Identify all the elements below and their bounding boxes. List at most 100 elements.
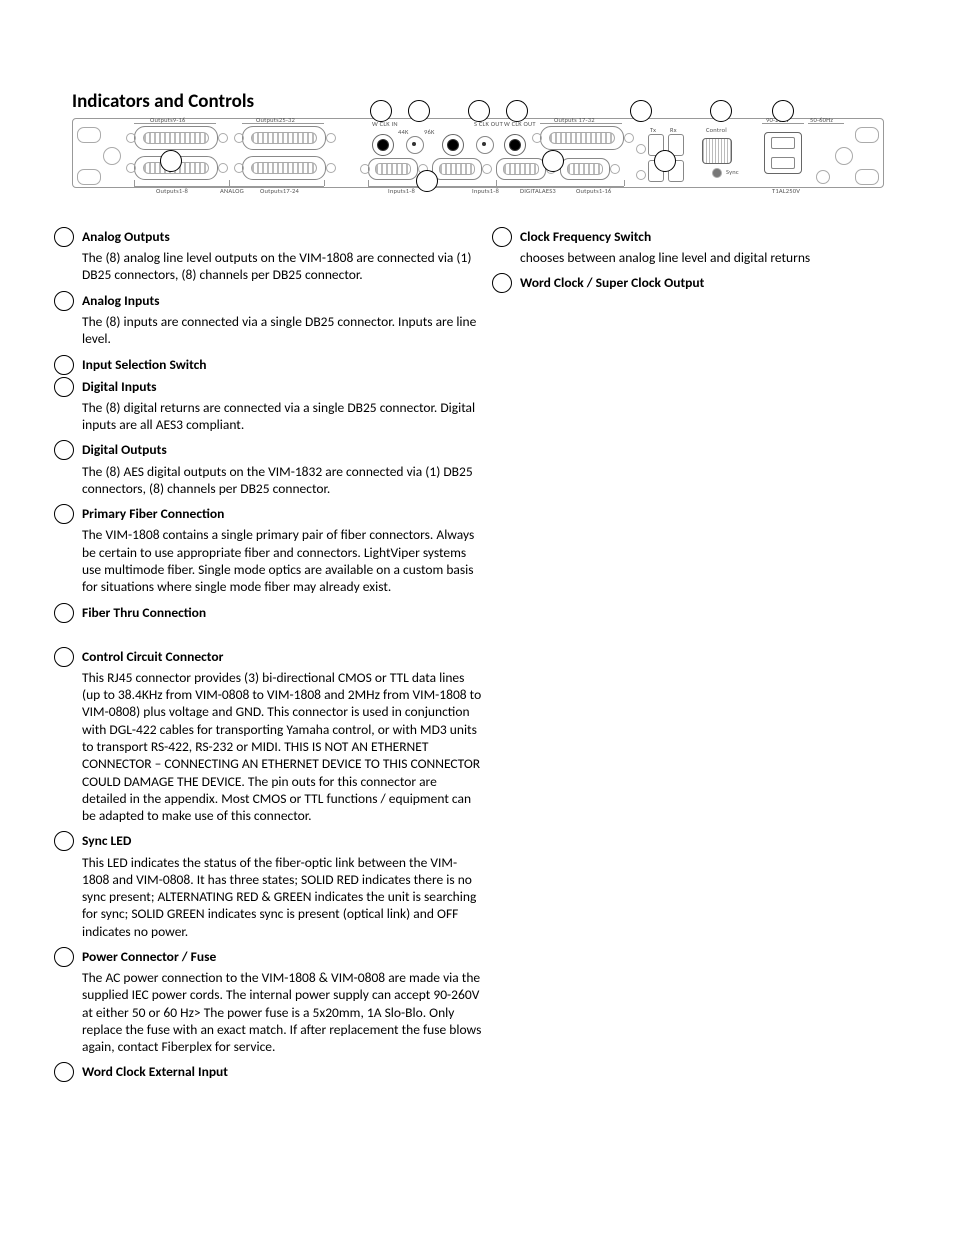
ground-icon: [816, 170, 830, 184]
jack-screw-icon: [326, 163, 336, 173]
item-title: Input Selection Switch: [82, 356, 482, 374]
item-body: The (8) AES digital outputs on the VIM-1…: [82, 463, 482, 498]
diagram-label: Outputs25-32: [256, 116, 295, 124]
diagram-label: 44K: [398, 128, 409, 136]
callout-circle-icon: [160, 150, 182, 172]
callout-circle-icon: [408, 100, 430, 122]
screw-icon: [636, 144, 646, 154]
jack-screw-icon: [624, 133, 634, 143]
rack-ear-hole-icon: [77, 169, 101, 185]
jack-screw-icon: [360, 164, 370, 174]
item-title: Digital Inputs: [82, 378, 482, 396]
item-body: The (8) analog line level outputs on the…: [82, 249, 482, 284]
jack-screw-icon: [218, 163, 228, 173]
list-item: Digital Outputs The (8) AES digital outp…: [82, 441, 482, 497]
callout-circle-icon: [370, 100, 392, 122]
back-panel-diagram: Outputs9-16 Outputs25-32 Outputs1-8 ANAL…: [72, 114, 882, 196]
jack-screw-icon: [532, 133, 542, 143]
db25-connector-icon: [242, 126, 326, 150]
callout-circle-icon: [468, 100, 490, 122]
callout-circle-icon: [416, 170, 438, 192]
bnc-connector-icon: [442, 134, 464, 156]
list-item: Input Selection Switch: [82, 356, 482, 374]
item-title: Analog Outputs: [82, 228, 482, 246]
item-body: The (8) inputs are connected via a singl…: [82, 313, 482, 348]
rack-ear-hole-icon: [855, 169, 879, 185]
item-body: The VIM-1808 contains a single primary p…: [82, 526, 482, 595]
list-item: Clock Frequency Switch chooses between a…: [520, 228, 890, 266]
list-item: Word Clock External Input: [82, 1063, 482, 1081]
list-item: Primary Fiber Connection The VIM-1808 co…: [82, 505, 482, 595]
screw-icon: [835, 147, 853, 165]
db25-connector-icon: [242, 156, 326, 180]
item-title: Clock Frequency Switch: [520, 228, 890, 246]
jack-screw-icon: [234, 133, 244, 143]
item-body: chooses between analog line level and di…: [520, 249, 890, 266]
item-title: Digital Outputs: [82, 441, 482, 459]
jack-screw-icon: [218, 133, 228, 143]
list-item: Analog Outputs The (8) analog line level…: [82, 228, 482, 284]
jack-screw-icon: [234, 163, 244, 173]
diagram-label: Outputs17-24: [260, 187, 299, 195]
bnc-connector-icon: [504, 134, 526, 156]
diagram-label: Control: [706, 126, 727, 134]
db9-connector-icon: [496, 158, 546, 180]
db9-connector-icon: [432, 158, 482, 180]
callout-circle-icon: [506, 100, 528, 122]
jack-screw-icon: [126, 133, 136, 143]
toggle-switch-icon: [476, 136, 494, 154]
bnc-connector-icon: [372, 134, 394, 156]
db25-connector-icon: [134, 126, 218, 150]
item-body: This LED indicates the status of the fib…: [82, 854, 482, 940]
jack-screw-icon: [326, 133, 336, 143]
diagram-label: W CLK OUT: [504, 121, 536, 128]
list-item: Digital Inputs The (8) digital returns a…: [82, 378, 482, 434]
diagram-label: Tx: [650, 126, 656, 134]
item-title: Primary Fiber Connection: [82, 505, 482, 523]
list-item: Power Connector / Fuse The AC power conn…: [82, 948, 482, 1056]
diagram-label: DIGITALAES3: [520, 187, 556, 195]
jack-screw-icon: [482, 164, 492, 174]
jack-screw-icon: [126, 163, 136, 173]
db25-connector-icon: [540, 126, 624, 150]
diagram-label: Outputs1-16: [576, 187, 612, 195]
item-title: Fiber Thru Connection: [82, 604, 482, 622]
db9-connector-icon: [368, 158, 418, 180]
screw-icon: [103, 147, 121, 165]
diagram-label: 50-60Hz: [810, 116, 833, 124]
callout-circle-icon: [772, 100, 794, 122]
item-title: Control Circuit Connector: [82, 648, 482, 666]
diagram-label: Outputs 17-32: [554, 116, 595, 124]
diagram-label: Inputs1-8: [388, 187, 415, 195]
sync-led-icon: [712, 168, 722, 178]
diagram-label: W CLK IN: [372, 121, 398, 128]
rack-ear-hole-icon: [77, 127, 101, 143]
item-title: Word Clock External Input: [82, 1063, 482, 1081]
jack-screw-icon: [610, 164, 620, 174]
list-item: Analog Inputs The (8) inputs are connect…: [82, 292, 482, 348]
diagram-label: Outputs1-8: [156, 187, 188, 195]
item-title: Sync LED: [82, 832, 482, 850]
diagram-label: ANALOG: [220, 187, 244, 195]
item-body: The (8) digital returns are connected vi…: [82, 399, 482, 434]
item-body: The AC power connection to the VIM-1808 …: [82, 969, 482, 1055]
diagram-label: T1AL250V: [772, 187, 800, 195]
item-title: Word Clock / Super Clock Output: [520, 274, 890, 292]
screw-icon: [636, 170, 646, 180]
item-title: Analog Inputs: [82, 292, 482, 310]
callout-circle-icon: [654, 150, 676, 172]
diagram-label: Sync: [726, 168, 739, 176]
callout-circle-icon: [542, 150, 564, 172]
callout-circle-icon: [630, 100, 652, 122]
list-item: Word Clock / Super Clock Output: [520, 274, 890, 292]
diagram-label: Inputs1-8: [472, 187, 499, 195]
list-item: Sync LED This LED indicates the status o…: [82, 832, 482, 940]
diagram-label: 96K: [424, 128, 435, 136]
left-column: Analog Outputs The (8) analog line level…: [82, 228, 482, 1086]
right-column: Clock Frequency Switch chooses between a…: [520, 228, 890, 297]
rj45-connector-icon: [702, 138, 732, 164]
diagram-label: Outputs9-16: [150, 116, 186, 124]
callout-circle-icon: [710, 100, 732, 122]
item-body: This RJ45 connector provides (3) bi-dire…: [82, 669, 482, 824]
item-title: Power Connector / Fuse: [82, 948, 482, 966]
